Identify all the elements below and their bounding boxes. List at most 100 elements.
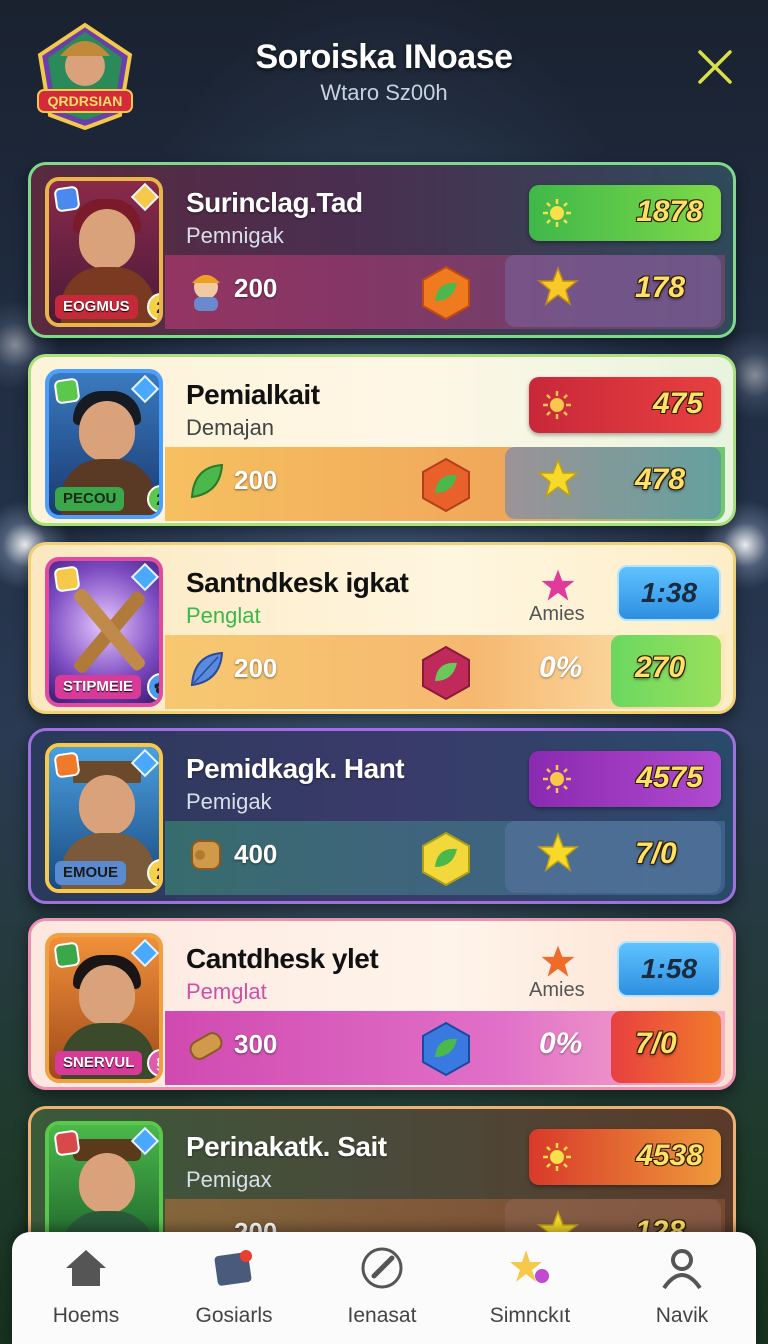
hero-portrait: EOGMUS 2	[45, 177, 163, 327]
mid-label: Amies	[529, 603, 585, 625]
star-badge-icon	[53, 751, 81, 779]
scroll-icon	[191, 840, 221, 870]
resource-value: 200	[234, 465, 278, 495]
shield-badge-icon	[53, 1129, 81, 1157]
close-button[interactable]	[690, 42, 740, 92]
hero-banner: SNERVUL	[55, 1051, 143, 1075]
resource-value: 200	[234, 653, 278, 683]
close-icon	[698, 50, 732, 84]
shield-badge-icon	[53, 941, 81, 969]
hero-card[interactable]: EMOUE 2 Pemidkagk. Hant Pemigak 400 7/0 …	[28, 728, 736, 904]
home-icon	[66, 1250, 106, 1286]
resource-value: 200	[234, 273, 278, 303]
score-value: 4538	[636, 1139, 703, 1172]
nav-label: Navik	[655, 1304, 709, 1327]
leaf-hex-icon	[422, 265, 470, 321]
sun-icon	[543, 765, 571, 793]
percent-value: 0%	[539, 1027, 583, 1060]
user-icon	[662, 1249, 702, 1290]
star-icon	[536, 457, 580, 498]
sun-icon	[543, 1143, 571, 1171]
leaf-hex-icon	[422, 645, 470, 701]
page-subtitle: Wtaro Sz00h	[320, 80, 448, 105]
crossed-swords-icon	[74, 588, 145, 674]
hero-banner: PECOU	[55, 487, 125, 511]
score-pill[interactable]: 4538	[529, 1129, 721, 1185]
leaf-icon	[190, 463, 224, 499]
hero-role: Pemigax	[186, 1167, 272, 1192]
stat-value: 478	[635, 463, 686, 496]
hero-name: Surinclag.Tad	[186, 187, 363, 218]
score-pill[interactable]: 1878	[529, 185, 721, 241]
nav-label: Ienasat	[347, 1304, 417, 1327]
hero-name: Pemialkait	[186, 379, 320, 410]
hero-banner: EOGMUS	[55, 295, 138, 319]
star-icon	[536, 831, 580, 872]
hero-card[interactable]: PECOU 2 Pemialkait Demajan 200 478 475	[28, 354, 736, 526]
nav-label: Hoems	[52, 1304, 120, 1327]
sparkle-icon	[510, 1250, 549, 1283]
score-pill[interactable]: 4575	[529, 751, 721, 807]
nav-item-ienasat[interactable]: Ienasat	[308, 1232, 456, 1344]
score-value: 475	[652, 387, 703, 420]
hero-card[interactable]: SNERVUL § Cantdhesk ylet Pemglat 300 Ami…	[28, 918, 736, 1090]
hero-role: Penglat	[186, 603, 261, 628]
resource-value: 400	[234, 839, 278, 869]
hero-portrait: EMOUE 2	[45, 743, 163, 893]
hero-portrait: SNERVUL §	[45, 933, 163, 1083]
tablet-icon	[214, 1250, 252, 1286]
scroll-icon	[189, 1032, 223, 1060]
hero-name: Perinakatk. Sait	[186, 1131, 387, 1162]
nav-label: Gosiarls	[195, 1304, 273, 1327]
nav-item-gosiarls[interactable]: Gosiarls	[160, 1232, 308, 1344]
hero-role: Demajan	[186, 415, 275, 440]
hero-name: Cantdhesk ylet	[186, 943, 379, 974]
hero-banner: STIPMEIE	[55, 675, 142, 699]
shield-badge-icon	[53, 185, 81, 213]
star-icon	[541, 569, 575, 601]
resource-value: 300	[234, 1029, 278, 1059]
percent-value: 0%	[539, 651, 583, 684]
leaf-hex-icon	[422, 831, 470, 887]
hero-role: Pemglat	[186, 979, 267, 1004]
hero-banner: EMOUE	[55, 861, 127, 885]
header: QRDRSIAN Soroiska INoase Wtaro Sz00h	[0, 0, 768, 150]
brush-icon	[361, 1247, 403, 1289]
sun-icon	[543, 199, 571, 227]
hero-portrait: PECOU 2	[45, 369, 163, 519]
stat-value: 7/0	[635, 1027, 677, 1060]
star-icon	[536, 265, 580, 306]
timer-pill[interactable]: 1:38	[617, 565, 721, 621]
feather-icon	[190, 651, 224, 687]
stat-value: 270	[635, 651, 686, 684]
hero-card[interactable]: EOGMUS 2 Surinclag.Tad Pemnigak 200 178 …	[28, 162, 736, 338]
hero-card[interactable]: STIPMEIE ✿ Santndkesk igkat Penglat 200 …	[28, 542, 736, 714]
hero-role: Pemigak	[186, 789, 272, 814]
leaf-hex-icon	[422, 457, 470, 513]
worker-icon	[192, 275, 220, 311]
hero-portrait: STIPMEIE ✿	[45, 557, 163, 707]
hero-name: Santndkesk igkat	[186, 567, 409, 598]
stat-value: 7/0	[635, 837, 677, 870]
nav-item-simnckit[interactable]: Simnckıt	[456, 1232, 604, 1344]
timer-value: 1:58	[640, 953, 698, 984]
hero-name: Pemidkagk. Hant	[186, 753, 405, 784]
timer-pill[interactable]: 1:58	[617, 941, 721, 997]
mid-label: Amies	[529, 979, 585, 1001]
stat-value: 178	[635, 271, 686, 304]
leaf-hex-icon	[422, 1021, 470, 1077]
page-title: Soroiska INoase	[255, 38, 513, 76]
hero-role: Pemnigak	[186, 223, 284, 248]
timer-value: 1:38	[640, 577, 698, 608]
sun-icon	[543, 391, 571, 419]
nav-label: Simnckıt	[489, 1304, 571, 1327]
star-icon	[541, 945, 575, 977]
bottom-nav: Hoems Gosiarls Ienasat Simnckıt Navik	[12, 1232, 756, 1344]
score-value: 1878	[636, 195, 703, 228]
nav-item-navik[interactable]: Navik	[608, 1232, 756, 1344]
score-pill[interactable]: 475	[529, 377, 721, 433]
nav-item-home[interactable]: Hoems	[12, 1232, 160, 1344]
score-value: 4575	[636, 761, 703, 794]
shield-badge-icon	[53, 565, 81, 593]
shield-badge-icon	[53, 377, 81, 405]
